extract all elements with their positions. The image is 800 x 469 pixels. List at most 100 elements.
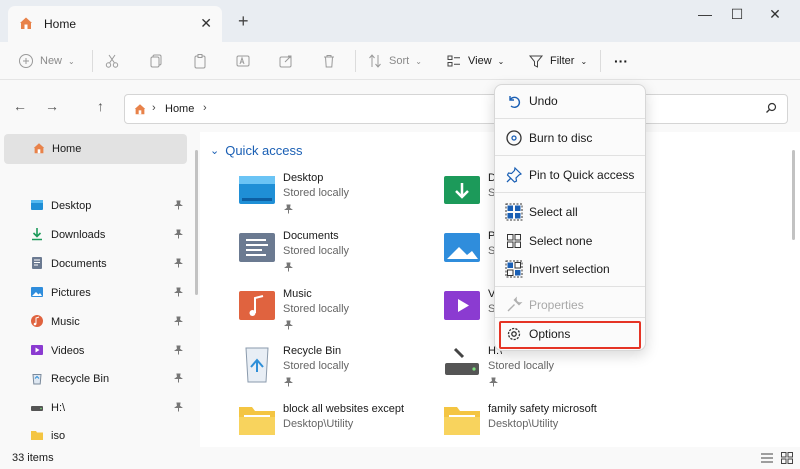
share-button[interactable] [278, 42, 294, 80]
pin-icon [174, 287, 183, 300]
list-item-videos[interactable]: V S [443, 288, 495, 332]
cut-button[interactable] [104, 42, 120, 80]
pin-icon [174, 373, 183, 386]
maximize-button[interactable]: ☐ [722, 6, 752, 23]
details-view-icon[interactable] [760, 451, 774, 468]
menu-item-properties[interactable]: Properties [501, 292, 641, 318]
menu-item-pin-to-quick-access[interactable]: Pin to Quick access [501, 162, 641, 188]
see-more-button[interactable]: ··· [614, 42, 628, 80]
sidebar-item-label: H:\ [51, 402, 66, 414]
item-name: Music [283, 288, 312, 300]
search-icon[interactable] [765, 102, 777, 117]
close-window-button[interactable]: ✕ [760, 6, 790, 23]
pin-icon [174, 345, 183, 358]
select-all-icon [505, 203, 523, 221]
divider [355, 50, 356, 72]
content-scrollbar[interactable] [792, 150, 795, 240]
pin-icon [284, 376, 293, 390]
list-item-recycle-bin[interactable]: Recycle Bin Stored locally [238, 345, 438, 389]
menu-item-label: Pin to Quick access [529, 168, 635, 182]
sidebar-item-music[interactable]: Music [30, 311, 190, 333]
pin-icon [284, 319, 293, 333]
menu-item-select-all[interactable]: Select all [501, 199, 641, 225]
sidebar-item-recycle-bin[interactable]: Recycle Bin [30, 368, 190, 390]
list-item-h-drive[interactable]: H:\ Stored locally [443, 345, 643, 389]
sidebar-item-documents[interactable]: Documents [30, 253, 190, 275]
pin-icon [505, 166, 523, 184]
item-count: 33 items [12, 452, 54, 464]
menu-item-undo[interactable]: Undo [501, 88, 641, 114]
list-item-block-all-websites[interactable]: block all websites except Desktop\Utilit… [238, 403, 438, 447]
sidebar-item-label: Desktop [51, 200, 92, 212]
downloads-folder-icon [30, 227, 44, 244]
tiles-view-icon[interactable] [780, 451, 794, 468]
menu-divider [495, 192, 645, 193]
breadcrumb-chevron-icon[interactable]: › [203, 102, 207, 114]
list-item-downloads[interactable]: D S [443, 172, 496, 216]
tab-title: Home [44, 17, 77, 31]
tab-home[interactable]: Home ✕ [8, 6, 222, 42]
sort-icon [367, 53, 383, 69]
divider [600, 50, 601, 72]
home-icon [18, 15, 34, 34]
sort-button[interactable]: Sort ⌄ [367, 42, 422, 80]
list-item-desktop[interactable]: Desktop Stored locally [238, 172, 438, 216]
paste-button[interactable] [192, 42, 208, 80]
forward-button[interactable]: → [45, 98, 59, 114]
item-location: Stored locally [283, 187, 350, 199]
menu-item-label: Properties [529, 298, 584, 312]
list-item-pictures[interactable]: P S [443, 230, 495, 274]
sidebar-item-pictures[interactable]: Pictures [30, 282, 190, 304]
list-item-music[interactable]: Music Stored locally [238, 288, 438, 332]
menu-item-burn-to-disc[interactable]: Burn to disc [501, 125, 641, 151]
pin-icon [174, 402, 183, 415]
folder-icon [238, 403, 276, 440]
rename-button[interactable] [235, 42, 251, 80]
new-button[interactable]: New ⌄ [18, 42, 75, 80]
sidebar-item-home[interactable]: Home [4, 134, 187, 164]
sidebar-item-h-drive[interactable]: H:\ [30, 397, 190, 419]
music-folder-icon [238, 288, 276, 325]
menu-item-label: Burn to disc [529, 131, 593, 145]
sidebar-item-videos[interactable]: Videos [30, 340, 190, 362]
list-item-family-safety[interactable]: family safety microsoft Desktop\Utility [443, 403, 643, 447]
list-item-documents[interactable]: Documents Stored locally [238, 230, 438, 274]
sidebar-item-downloads[interactable]: Downloads [30, 224, 190, 246]
sidebar-item-iso[interactable]: iso [30, 425, 190, 447]
navigation-pane: Home Desktop Downloads Documents Picture… [0, 132, 200, 447]
new-tab-button[interactable]: + [238, 11, 249, 32]
rename-icon [235, 53, 251, 69]
folder-icon [30, 428, 44, 445]
view-button[interactable]: View ⌄ [446, 42, 504, 80]
sidebar-scrollbar[interactable] [195, 150, 198, 295]
sidebar-item-label: iso [51, 430, 66, 442]
address-bar[interactable]: › Home › [124, 94, 788, 124]
home-icon [133, 102, 147, 119]
copy-button[interactable] [148, 42, 164, 80]
options-highlight-box [499, 321, 641, 349]
see-more-menu: Undo Burn to disc Pin to Quick access Se… [494, 84, 646, 351]
menu-item-label: Undo [529, 94, 558, 108]
minimize-button[interactable]: — [690, 6, 720, 22]
menu-item-select-none[interactable]: Select none [501, 228, 641, 254]
recycle-bin-icon [238, 345, 276, 388]
quick-access-header[interactable]: ⌄ Quick access [210, 143, 303, 158]
menu-divider [495, 155, 645, 156]
trash-icon [321, 53, 337, 69]
item-name: family safety microsoft [488, 403, 597, 415]
delete-button[interactable] [321, 42, 337, 80]
desktop-folder-icon [30, 198, 44, 215]
filter-button[interactable]: Filter ⌄ [528, 42, 587, 80]
desktop-folder-icon [238, 172, 276, 209]
breadcrumb-home[interactable]: Home [165, 103, 194, 115]
tab-close-icon[interactable]: ✕ [200, 15, 212, 32]
menu-item-label: Invert selection [529, 262, 610, 276]
recycle-bin-icon [30, 371, 44, 388]
breadcrumb-chevron-icon[interactable]: › [152, 102, 156, 114]
pin-icon [174, 316, 183, 329]
menu-item-invert-selection[interactable]: Invert selection [501, 256, 641, 282]
up-button[interactable]: ↑ [97, 98, 104, 114]
sidebar-item-desktop[interactable]: Desktop [30, 195, 190, 217]
back-button[interactable]: ← [13, 98, 27, 114]
view-label: View [468, 55, 492, 67]
